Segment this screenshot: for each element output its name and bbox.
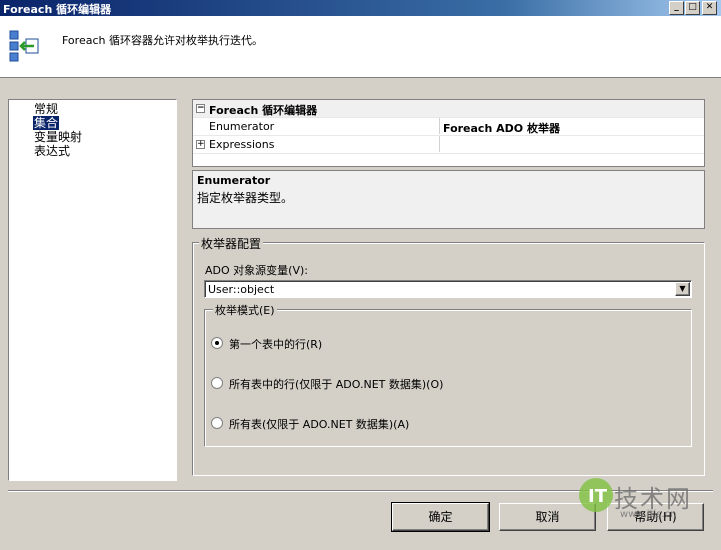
title-bar: Foreach 循环编辑器 _ □ ✕ [0, 0, 721, 16]
description-text: 指定枚举器类型。 [197, 191, 294, 205]
close-button[interactable]: ✕ [702, 1, 717, 15]
description-title: Enumerator [197, 174, 271, 187]
grid-row-value[interactable] [439, 136, 704, 152]
ado-source-label: ADO 对象源变量(V): [205, 264, 308, 277]
nav-item-collection[interactable]: 集合 [33, 116, 60, 130]
watermark: IT 技术网 www.itjs.cn [576, 470, 721, 525]
ado-source-select[interactable]: User::object ▼ [204, 280, 692, 298]
radio-label: 所有表中的行(仅限于 ADO.NET 数据集)(O) [229, 378, 444, 391]
watermark-url: www.itjs.cn [620, 509, 677, 520]
nav-item-variable-mappings[interactable]: 变量映射 [33, 130, 83, 144]
grid-row-enumerator[interactable]: Enumerator Foreach ADO 枚举器 [193, 118, 704, 136]
nav-item-expressions[interactable]: 表达式 [33, 144, 71, 158]
radio-label: 所有表(仅限于 ADO.NET 数据集)(A) [229, 418, 410, 431]
property-description: Enumerator 指定枚举器类型。 [192, 170, 705, 229]
window-title: Foreach 循环编辑器 [3, 3, 112, 16]
enumeration-mode-title: 枚举模式(E) [213, 302, 277, 318]
minimize-button[interactable]: _ [669, 1, 684, 15]
grid-category-row[interactable]: − Foreach 循环编辑器 [193, 100, 704, 118]
grid-row-expressions[interactable]: + Expressions [193, 136, 704, 154]
ado-source-value: User::object [208, 283, 275, 296]
radio-button[interactable] [211, 417, 223, 429]
property-grid: − Foreach 循环编辑器 Enumerator Foreach ADO 枚… [192, 99, 705, 167]
collapse-icon[interactable]: − [196, 104, 205, 113]
enumerator-config-title: 枚举器配置 [199, 235, 264, 252]
radio-button-checked[interactable] [211, 337, 223, 349]
grid-row-value[interactable]: Foreach ADO 枚举器 [439, 118, 704, 135]
ok-button[interactable]: 确定 [391, 502, 490, 532]
grid-row-name: Expressions [209, 138, 275, 151]
radio-label: 第一个表中的行(R) [229, 338, 323, 351]
page-nav: 常规 集合 变量映射 表达式 [8, 99, 177, 481]
dropdown-arrow-icon[interactable]: ▼ [675, 282, 690, 296]
svg-text:IT: IT [588, 486, 608, 507]
grid-row-name: Enumerator [209, 120, 275, 133]
nav-item-general[interactable]: 常规 [33, 102, 59, 116]
maximize-button[interactable]: □ [685, 1, 700, 15]
radio-button[interactable] [211, 377, 223, 389]
grid-category-label: Foreach 循环编辑器 [209, 104, 318, 117]
header-description: Foreach 循环容器允许对枚举执行迭代。 [62, 34, 263, 47]
expand-icon[interactable]: + [196, 140, 205, 149]
foreach-loop-icon [9, 30, 39, 62]
dialog-header: Foreach 循环容器允许对枚举执行迭代。 [0, 16, 721, 78]
